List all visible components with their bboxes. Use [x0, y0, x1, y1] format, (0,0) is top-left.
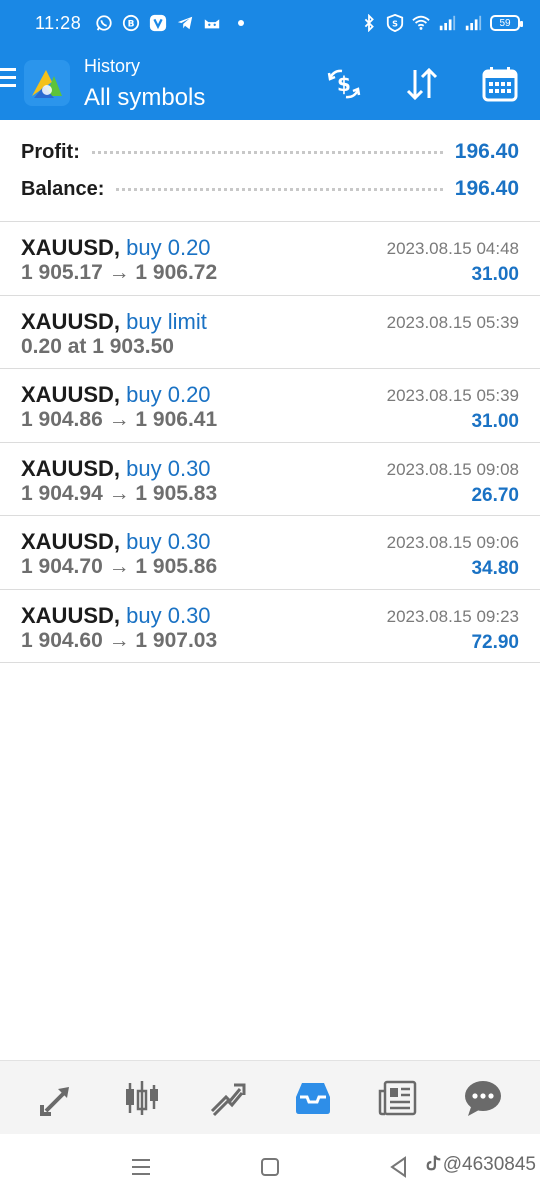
- trade-symbol: XAUUSD,: [21, 382, 120, 407]
- trade-symbol: XAUUSD,: [21, 235, 120, 260]
- svg-text:$: $: [337, 72, 351, 96]
- trade-prices: 1 904.60 → 1 907.03: [21, 629, 217, 653]
- system-icons: S 59: [360, 14, 520, 32]
- trade-side: buy 0.20: [126, 382, 210, 407]
- top-bar: 11:28 B S: [0, 0, 540, 120]
- quotes-tab[interactable]: [27, 1068, 87, 1128]
- trade-side: buy 0.20: [126, 235, 210, 260]
- trade-date: 2023.08.15 09:06: [387, 533, 519, 553]
- trade-side: buy 0.30: [126, 603, 210, 628]
- account-summary: Profit: 196.40 Balance: 196.40: [0, 120, 540, 222]
- chart-icon: [121, 1077, 163, 1119]
- trade-history-list: XAUUSD, buy 0.20 1 905.17 → 1 906.72 202…: [0, 222, 540, 663]
- trade-row[interactable]: XAUUSD, buy 0.20 1 905.17 → 1 906.72 202…: [0, 222, 540, 296]
- trade-title: XAUUSD, buy 0.30: [21, 456, 211, 482]
- trade-profit: 31.00: [471, 411, 519, 433]
- trade-date: 2023.08.15 09:08: [387, 460, 519, 480]
- trade-side: buy 0.30: [126, 456, 210, 481]
- svg-text:S: S: [392, 19, 398, 29]
- trade-title: XAUUSD, buy 0.30: [21, 603, 211, 629]
- trade-side: buy limit: [126, 309, 207, 334]
- trade-symbol: XAUUSD,: [21, 603, 120, 628]
- s-icon: S: [386, 14, 404, 32]
- trade-row[interactable]: XAUUSD, buy 0.30 1 904.94 → 1 905.83 202…: [0, 443, 540, 517]
- header-subtitle: History: [84, 56, 140, 77]
- trade-row[interactable]: XAUUSD, buy 0.30 1 904.60 → 1 907.03 202…: [0, 590, 540, 664]
- trade-date: 2023.08.15 05:39: [387, 313, 519, 333]
- trade-icon: [206, 1077, 248, 1119]
- battery-icon: 59: [490, 15, 520, 31]
- trade-tab[interactable]: [197, 1068, 257, 1128]
- menu-nav-icon[interactable]: [128, 1154, 154, 1180]
- trade-profit: 34.80: [471, 558, 519, 580]
- app-header: History All symbols $: [0, 46, 540, 120]
- telegram-icon: [176, 14, 194, 32]
- metatrader-logo[interactable]: [24, 60, 70, 106]
- balance-row: Balance: 196.40: [21, 174, 519, 204]
- chat-tab[interactable]: [453, 1068, 513, 1128]
- calendar-icon[interactable]: [478, 62, 522, 106]
- watermark-handle: @4630845: [443, 1154, 536, 1175]
- trade-symbol: XAUUSD,: [21, 309, 120, 334]
- trade-date: 2023.08.15 05:39: [387, 386, 519, 406]
- balance-value: 196.40: [455, 177, 519, 201]
- trade-profit: 26.70: [471, 485, 519, 507]
- page-title[interactable]: All symbols: [84, 84, 205, 112]
- watermark: @4630845: [425, 1154, 536, 1176]
- news-icon: [377, 1077, 419, 1119]
- trade-side: buy 0.30: [126, 529, 210, 554]
- b-icon: B: [122, 14, 140, 32]
- bluetooth-icon: [360, 14, 378, 32]
- history-icon: [292, 1077, 334, 1119]
- trade-row[interactable]: XAUUSD, buy 0.20 1 904.86 → 1 906.41 202…: [0, 369, 540, 443]
- trade-profit: 31.00: [471, 264, 519, 286]
- trade-profit: 72.90: [471, 632, 519, 654]
- news-tab[interactable]: [368, 1068, 428, 1128]
- trade-prices: 0.20 at 1 903.50: [21, 335, 174, 359]
- back-nav-icon[interactable]: [386, 1154, 412, 1180]
- chart-tab[interactable]: [112, 1068, 172, 1128]
- trade-date: 2023.08.15 04:48: [387, 239, 519, 259]
- trade-symbol: XAUUSD,: [21, 529, 120, 554]
- trade-prices: 1 904.94 → 1 905.83: [21, 482, 217, 506]
- signal-icon-2: [464, 14, 482, 32]
- bottom-tab-bar: [0, 1060, 540, 1134]
- cat-icon: [203, 14, 221, 32]
- quotes-icon: [36, 1077, 78, 1119]
- profit-value: 196.40: [455, 140, 519, 164]
- status-time: 11:28: [35, 13, 81, 34]
- tiktok-icon: [425, 1154, 443, 1172]
- dotted-leader: [92, 151, 443, 154]
- trade-date: 2023.08.15 09:23: [387, 607, 519, 627]
- status-bar: 11:28 B S: [0, 0, 540, 46]
- trade-title: XAUUSD, buy 0.20: [21, 235, 211, 261]
- svg-text:B: B: [128, 20, 135, 30]
- trade-title: XAUUSD, buy 0.20: [21, 382, 211, 408]
- system-navigation-bar: @4630845: [0, 1134, 540, 1200]
- balance-label: Balance:: [21, 178, 104, 201]
- signal-icon: [438, 14, 456, 32]
- home-nav-icon[interactable]: [257, 1154, 283, 1180]
- trade-title: XAUUSD, buy 0.30: [21, 529, 211, 555]
- trade-row[interactable]: XAUUSD, buy limit 0.20 at 1 903.50 2023.…: [0, 296, 540, 370]
- sort-icon[interactable]: [400, 62, 444, 106]
- currency-exchange-icon[interactable]: $: [322, 62, 366, 106]
- trade-row[interactable]: XAUUSD, buy 0.30 1 904.70 → 1 905.86 202…: [0, 516, 540, 590]
- hamburger-menu-icon[interactable]: [0, 68, 16, 90]
- dotted-leader: [116, 188, 442, 191]
- trade-prices: 1 904.86 → 1 906.41: [21, 408, 217, 432]
- notification-icons: B: [95, 14, 244, 32]
- trade-prices: 1 905.17 → 1 906.72: [21, 261, 217, 285]
- profit-row: Profit: 196.40: [21, 137, 519, 167]
- trade-symbol: XAUUSD,: [21, 456, 120, 481]
- chat-icon: [462, 1077, 504, 1119]
- trade-title: XAUUSD, buy limit: [21, 309, 207, 335]
- history-tab[interactable]: [283, 1068, 343, 1128]
- more-notifications-dot: [238, 20, 244, 26]
- whatsapp-icon: [95, 14, 113, 32]
- profit-label: Profit:: [21, 141, 80, 164]
- wifi-icon: [412, 14, 430, 32]
- vivaldi-icon: [149, 14, 167, 32]
- trade-prices: 1 904.70 → 1 905.86: [21, 555, 217, 579]
